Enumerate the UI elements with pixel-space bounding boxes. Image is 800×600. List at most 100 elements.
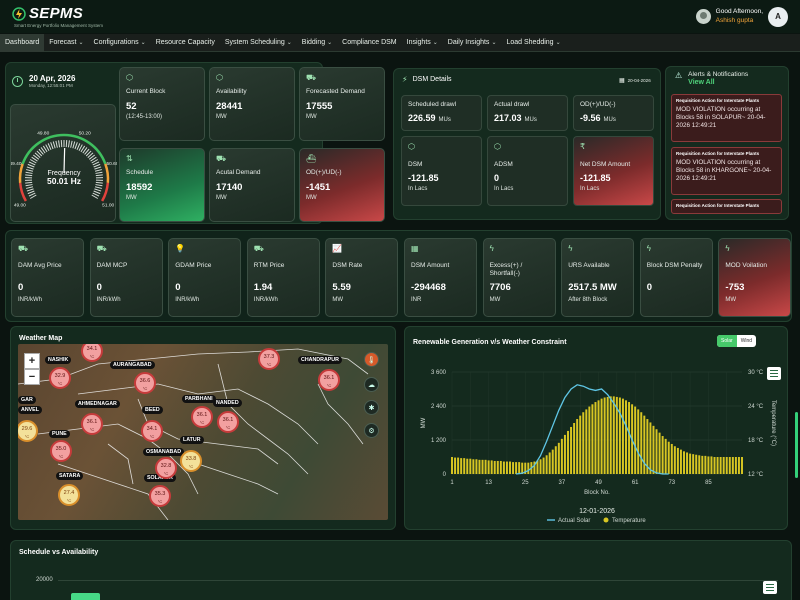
temperature-marker[interactable]: 27.4 °C <box>58 484 80 506</box>
dsm-value: 217.03 <box>494 113 522 123</box>
temperature-bar <box>618 397 621 474</box>
scrollbar[interactable] <box>795 412 798 478</box>
zoom-in-button[interactable]: + <box>24 353 40 369</box>
temperature-marker[interactable]: 33.8 °C <box>180 450 202 472</box>
gauge-tick <box>25 171 33 174</box>
user-icon <box>695 9 711 24</box>
gauge-tick-label: 49.40 <box>11 161 22 167</box>
metric-label: MOD Voilation <box>725 262 767 269</box>
kpi-unit: (12:45-13:00) <box>126 114 163 120</box>
alert-item[interactable]: Requisition Action for Interstate Plants <box>671 199 782 214</box>
zoom-out-button[interactable]: − <box>24 369 40 385</box>
temperature-bar <box>710 456 713 474</box>
temperature-marker[interactable]: 36.6 °C <box>134 372 156 394</box>
alert-item[interactable]: Requisition Action for Interstate Plants… <box>671 94 782 142</box>
temperature-value: 34.1 <box>86 346 98 352</box>
temperature-marker[interactable]: 37.3 °C <box>258 348 280 370</box>
nav-item-label: Bidding <box>301 39 326 46</box>
temperature-bar <box>603 397 606 474</box>
temperature-unit: °C <box>66 498 72 503</box>
legend-temperature-label: Temperature <box>612 518 646 524</box>
temperature-bar <box>551 449 554 474</box>
nav-item[interactable]: Load Shedding ⌄ <box>501 34 565 52</box>
solar-toggle[interactable]: Solar <box>717 335 737 347</box>
wind-layer-button[interactable]: ✱ <box>364 400 379 415</box>
dsm-value: -121.85 <box>408 173 439 183</box>
gauge-tick <box>93 163 101 168</box>
alert-title: Requisition Action for Interstate Plants <box>676 151 760 156</box>
nav-item[interactable]: Bidding ⌄ <box>297 34 337 52</box>
warning-icon: ⚠ <box>675 71 683 80</box>
y-axis-label: MW <box>421 417 427 428</box>
avatar[interactable]: A <box>768 6 788 27</box>
nav-item[interactable]: Resource Capacity <box>151 34 220 52</box>
temperature-bar <box>588 406 591 474</box>
nav-item[interactable]: Insights ⌄ <box>402 34 443 52</box>
temperature-bar <box>512 462 515 474</box>
temperature-marker[interactable]: 36.1 °C <box>81 413 103 435</box>
kpi-label: Schedule <box>126 169 154 176</box>
metric-value: 1.94 <box>253 282 273 294</box>
nav-item[interactable]: Daily Insights ⌄ <box>443 34 502 52</box>
temperature-marker[interactable]: 32.9 °C <box>49 367 71 389</box>
temperature-value: 37.3 <box>263 354 275 360</box>
view-all-link[interactable]: View All <box>688 79 748 86</box>
settings-layer-button[interactable]: ⚙ <box>364 423 379 438</box>
temperature-unit: °C <box>188 464 194 469</box>
dsm-label: ADSM <box>494 161 513 168</box>
temperature-unit: °C <box>58 454 64 459</box>
gauge-tick <box>25 184 33 187</box>
temperature-bar <box>637 409 640 474</box>
wind-toggle[interactable]: Wind <box>737 335 756 347</box>
temperature-marker[interactable]: 36.1 °C <box>318 369 340 391</box>
cloud-layer-button[interactable]: ☁ <box>364 377 379 392</box>
temperature-marker[interactable]: 34.1 °C <box>81 344 103 362</box>
temperature-marker[interactable]: 35.0 °C <box>50 440 72 462</box>
temperature-bar <box>591 404 594 474</box>
temperature-marker[interactable]: 32.8 °C <box>155 457 177 479</box>
temperature-bar <box>496 460 499 474</box>
schedule-menu-button[interactable] <box>763 581 777 594</box>
temperature-bar <box>557 442 560 474</box>
alert-title: Requisition Action for Interstate Plants <box>676 98 760 103</box>
gauge-tick-label: 50.20 <box>79 130 91 136</box>
city-label: NASHIK <box>45 356 72 364</box>
alert-title: Requisition Action for Interstate Plants <box>676 203 760 208</box>
nav-item[interactable]: Configurations ⌄ <box>89 34 151 52</box>
x-tick-label: 49 <box>595 480 602 486</box>
temperature-bar <box>505 461 508 474</box>
nav-item[interactable]: Compliance DSM <box>337 34 401 52</box>
nav-item[interactable]: Dashboard <box>0 33 45 52</box>
temperature-layer-button[interactable]: 🌡 <box>364 352 379 367</box>
temperature-marker[interactable]: 36.1 °C <box>191 406 213 428</box>
metric-card: ϟ MOD Voilation -753 MW <box>718 238 792 317</box>
temperature-marker[interactable]: 34.1 °C <box>141 420 163 442</box>
dsm-date-text: 20-04-2026 <box>627 78 651 83</box>
temperature-bar <box>567 430 569 474</box>
temperature-bar <box>579 415 582 474</box>
temperature-value: 32.8 <box>160 463 172 469</box>
y2-tick-label: 30 °C <box>748 370 764 376</box>
temperature-value: 36.6 <box>139 378 151 384</box>
temperature-bar <box>643 415 646 474</box>
date-sub: Monday, 12:55:01 PM <box>29 83 73 88</box>
temperature-bar <box>490 460 493 474</box>
nav-item[interactable]: System Scheduling ⌄ <box>220 34 297 52</box>
gauge-tick <box>94 169 102 172</box>
temperature-bar <box>713 457 716 474</box>
alert-item[interactable]: Requisition Action for Interstate Plants… <box>671 147 782 195</box>
metric-unit: After 8th Block <box>568 297 608 304</box>
metric-unit: MW <box>489 296 501 303</box>
metric-label: Block DSM Penalty <box>646 262 703 269</box>
weather-map[interactable]: NASHIK AURANGABAD CHANDRAPUR AHMEDNAGAR BEED… <box>18 344 388 520</box>
temperature-bar <box>478 459 481 474</box>
gauge-tick <box>94 166 102 170</box>
temperature-marker[interactable]: 29.6 °C <box>18 420 38 442</box>
temperature-marker[interactable]: 36.1 °C <box>217 411 239 433</box>
nav-item[interactable]: Forecast ⌄ <box>44 34 88 52</box>
chevron-down-icon: ⌄ <box>140 40 146 46</box>
gauge-value: 50.01 Hz <box>47 176 81 186</box>
metric-unit: MW <box>725 297 737 304</box>
metric-unit: MW <box>332 297 344 304</box>
temperature-marker[interactable]: 35.3 °C <box>149 485 171 507</box>
